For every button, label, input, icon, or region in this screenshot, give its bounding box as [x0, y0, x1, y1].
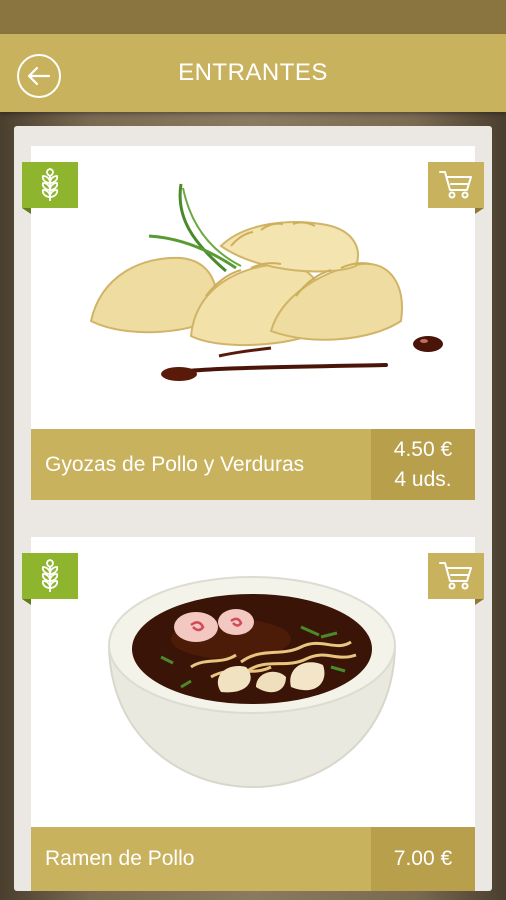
- page-title: ENTRANTES: [178, 59, 328, 86]
- price-box: 4.50 € 4 uds.: [371, 429, 475, 500]
- dish-name: Ramen de Pollo: [45, 847, 195, 870]
- menu-item-card[interactable]: Gyozas de Pollo y Verduras 4.50 € 4 uds.: [22, 146, 484, 500]
- vegetarian-badge: [22, 553, 78, 605]
- menu-list[interactable]: Gyozas de Pollo y Verduras 4.50 € 4 uds.: [14, 126, 492, 891]
- dish-units: 4 uds.: [394, 467, 452, 491]
- arrow-left-icon: [27, 66, 51, 86]
- app-header: ENTRANTES: [0, 34, 506, 112]
- vegetarian-badge: [22, 162, 78, 214]
- price-box: 7.00 €: [371, 827, 475, 891]
- back-button[interactable]: [17, 54, 61, 98]
- cart-icon: [439, 562, 472, 590]
- ramen-bowl-image: [31, 537, 475, 827]
- menu-item-footer: Ramen de Pollo 7.00 €: [31, 827, 475, 891]
- add-to-cart-button[interactable]: [428, 162, 484, 214]
- dish-name: Gyozas de Pollo y Verduras: [45, 452, 305, 476]
- wheat-icon: [41, 168, 59, 201]
- cart-icon: [439, 171, 472, 199]
- gyoza-dumplings-image: [31, 146, 475, 429]
- menu-item-footer: Gyozas de Pollo y Verduras 4.50 € 4 uds.: [31, 429, 475, 500]
- menu-item-card[interactable]: Ramen de Pollo 7.00 €: [22, 537, 484, 891]
- add-to-cart-button[interactable]: [428, 553, 484, 605]
- wheat-icon: [41, 559, 59, 592]
- status-bar: [0, 0, 506, 34]
- dish-price: 4.50 €: [393, 437, 453, 461]
- dish-price: 7.00 €: [393, 847, 453, 870]
